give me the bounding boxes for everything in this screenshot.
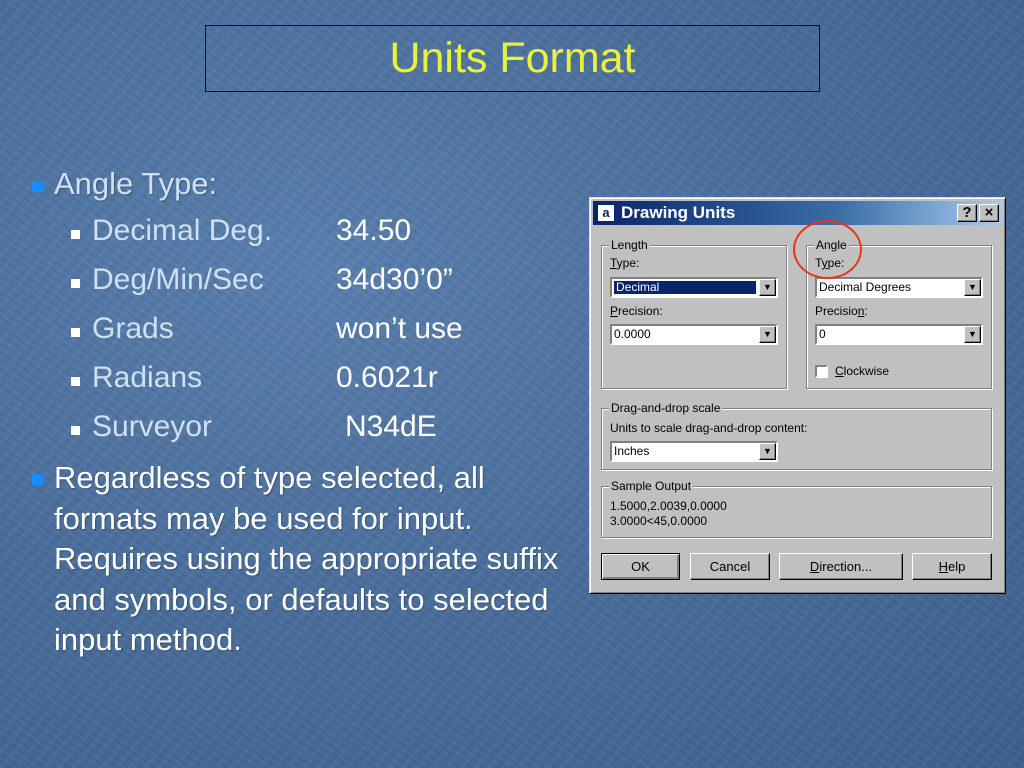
angle-precision-value: 0 <box>819 327 826 341</box>
length-precision-value: 0.0000 <box>614 327 651 341</box>
length-legend: Length <box>609 238 650 252</box>
close-icon[interactable]: × <box>979 204 999 222</box>
angle-precision-label: Precision: <box>815 304 868 318</box>
sub-bullet-square-icon <box>71 279 80 288</box>
sample-output-line: 3.0000<45,0.0000 <box>610 514 708 528</box>
length-precision-label: Precision: <box>610 304 663 318</box>
length-type-value: Decimal <box>614 281 756 294</box>
drag-drop-units-value: Inches <box>614 444 650 458</box>
angle-type-label: Surveyor <box>92 410 213 443</box>
input-note-paragraph: Regardless of type selected, all formats… <box>54 460 559 657</box>
angle-type-value: 34d30’0” <box>336 263 453 296</box>
angle-type-value: 0.6021r <box>336 361 438 394</box>
ok-button[interactable]: OK <box>601 553 680 580</box>
drag-drop-label: Units to scale drag-and-drop content: <box>610 421 808 435</box>
sub-bullet-square-icon <box>71 426 80 435</box>
sub-bullet-square-icon <box>71 377 80 386</box>
drag-drop-legend: Drag-and-drop scale <box>609 401 723 415</box>
clockwise-checkbox[interactable] <box>815 365 828 378</box>
chevron-down-icon[interactable]: ▼ <box>964 326 981 343</box>
sub-bullet-square-icon <box>71 230 80 239</box>
angle-type-label: Radians <box>92 361 203 394</box>
cancel-button[interactable]: Cancel <box>690 553 770 580</box>
angle-type-select[interactable]: Decimal Degrees ▼ <box>815 277 983 298</box>
slide-title-box: Units Format <box>205 25 820 92</box>
chevron-down-icon[interactable]: ▼ <box>759 326 776 343</box>
angle-type-value: Decimal Degrees <box>819 280 912 294</box>
help-button[interactable]: Help <box>912 553 992 580</box>
sample-output-group: Sample Output 1.5000,2.0039,0.0000 3.000… <box>601 479 992 538</box>
angle-type-label: Decimal Deg. <box>92 214 273 247</box>
length-precision-select[interactable]: 0.0000 ▼ <box>610 324 778 345</box>
length-type-select[interactable]: Decimal ▼ <box>610 277 778 298</box>
sub-bullet-square-icon <box>71 328 80 337</box>
angle-type-heading: Angle Type: <box>54 166 218 201</box>
chevron-down-icon[interactable]: ▼ <box>759 443 776 460</box>
chevron-down-icon[interactable]: ▼ <box>759 279 776 296</box>
dialog-titlebar[interactable]: a Drawing Units ? × <box>593 201 1002 225</box>
bullet-square-icon <box>32 181 43 192</box>
clockwise-label[interactable]: Clockwise <box>835 364 889 378</box>
angle-type-value: 34.50 <box>336 214 412 247</box>
angle-type-label: Deg/Min/Sec <box>92 263 264 296</box>
dialog-title: Drawing Units <box>621 203 736 222</box>
length-group: Length Type: Decimal ▼ Precision: 0.0000… <box>601 238 787 389</box>
drag-drop-units-select[interactable]: Inches ▼ <box>610 441 778 462</box>
length-type-label: Type: <box>610 256 640 270</box>
angle-highlight-circle <box>793 220 862 279</box>
angle-type-value: won’t use <box>336 312 463 345</box>
bullet-square-icon <box>32 474 43 485</box>
drag-drop-group: Drag-and-drop scale Units to scale drag-… <box>601 401 992 470</box>
slide-title: Units Format <box>389 34 636 82</box>
direction-button[interactable]: Direction... <box>779 553 903 580</box>
chevron-down-icon[interactable]: ▼ <box>964 279 981 296</box>
sample-output-line: 1.5000,2.0039,0.0000 <box>610 499 727 513</box>
angle-type-label: Grads <box>92 312 174 345</box>
sample-output-legend: Sample Output <box>609 479 694 493</box>
help-question-icon[interactable]: ? <box>957 204 977 222</box>
autocad-app-icon: a <box>597 204 615 222</box>
angle-type-value: N34dE <box>345 410 437 443</box>
angle-precision-select[interactable]: 0 ▼ <box>815 324 983 345</box>
